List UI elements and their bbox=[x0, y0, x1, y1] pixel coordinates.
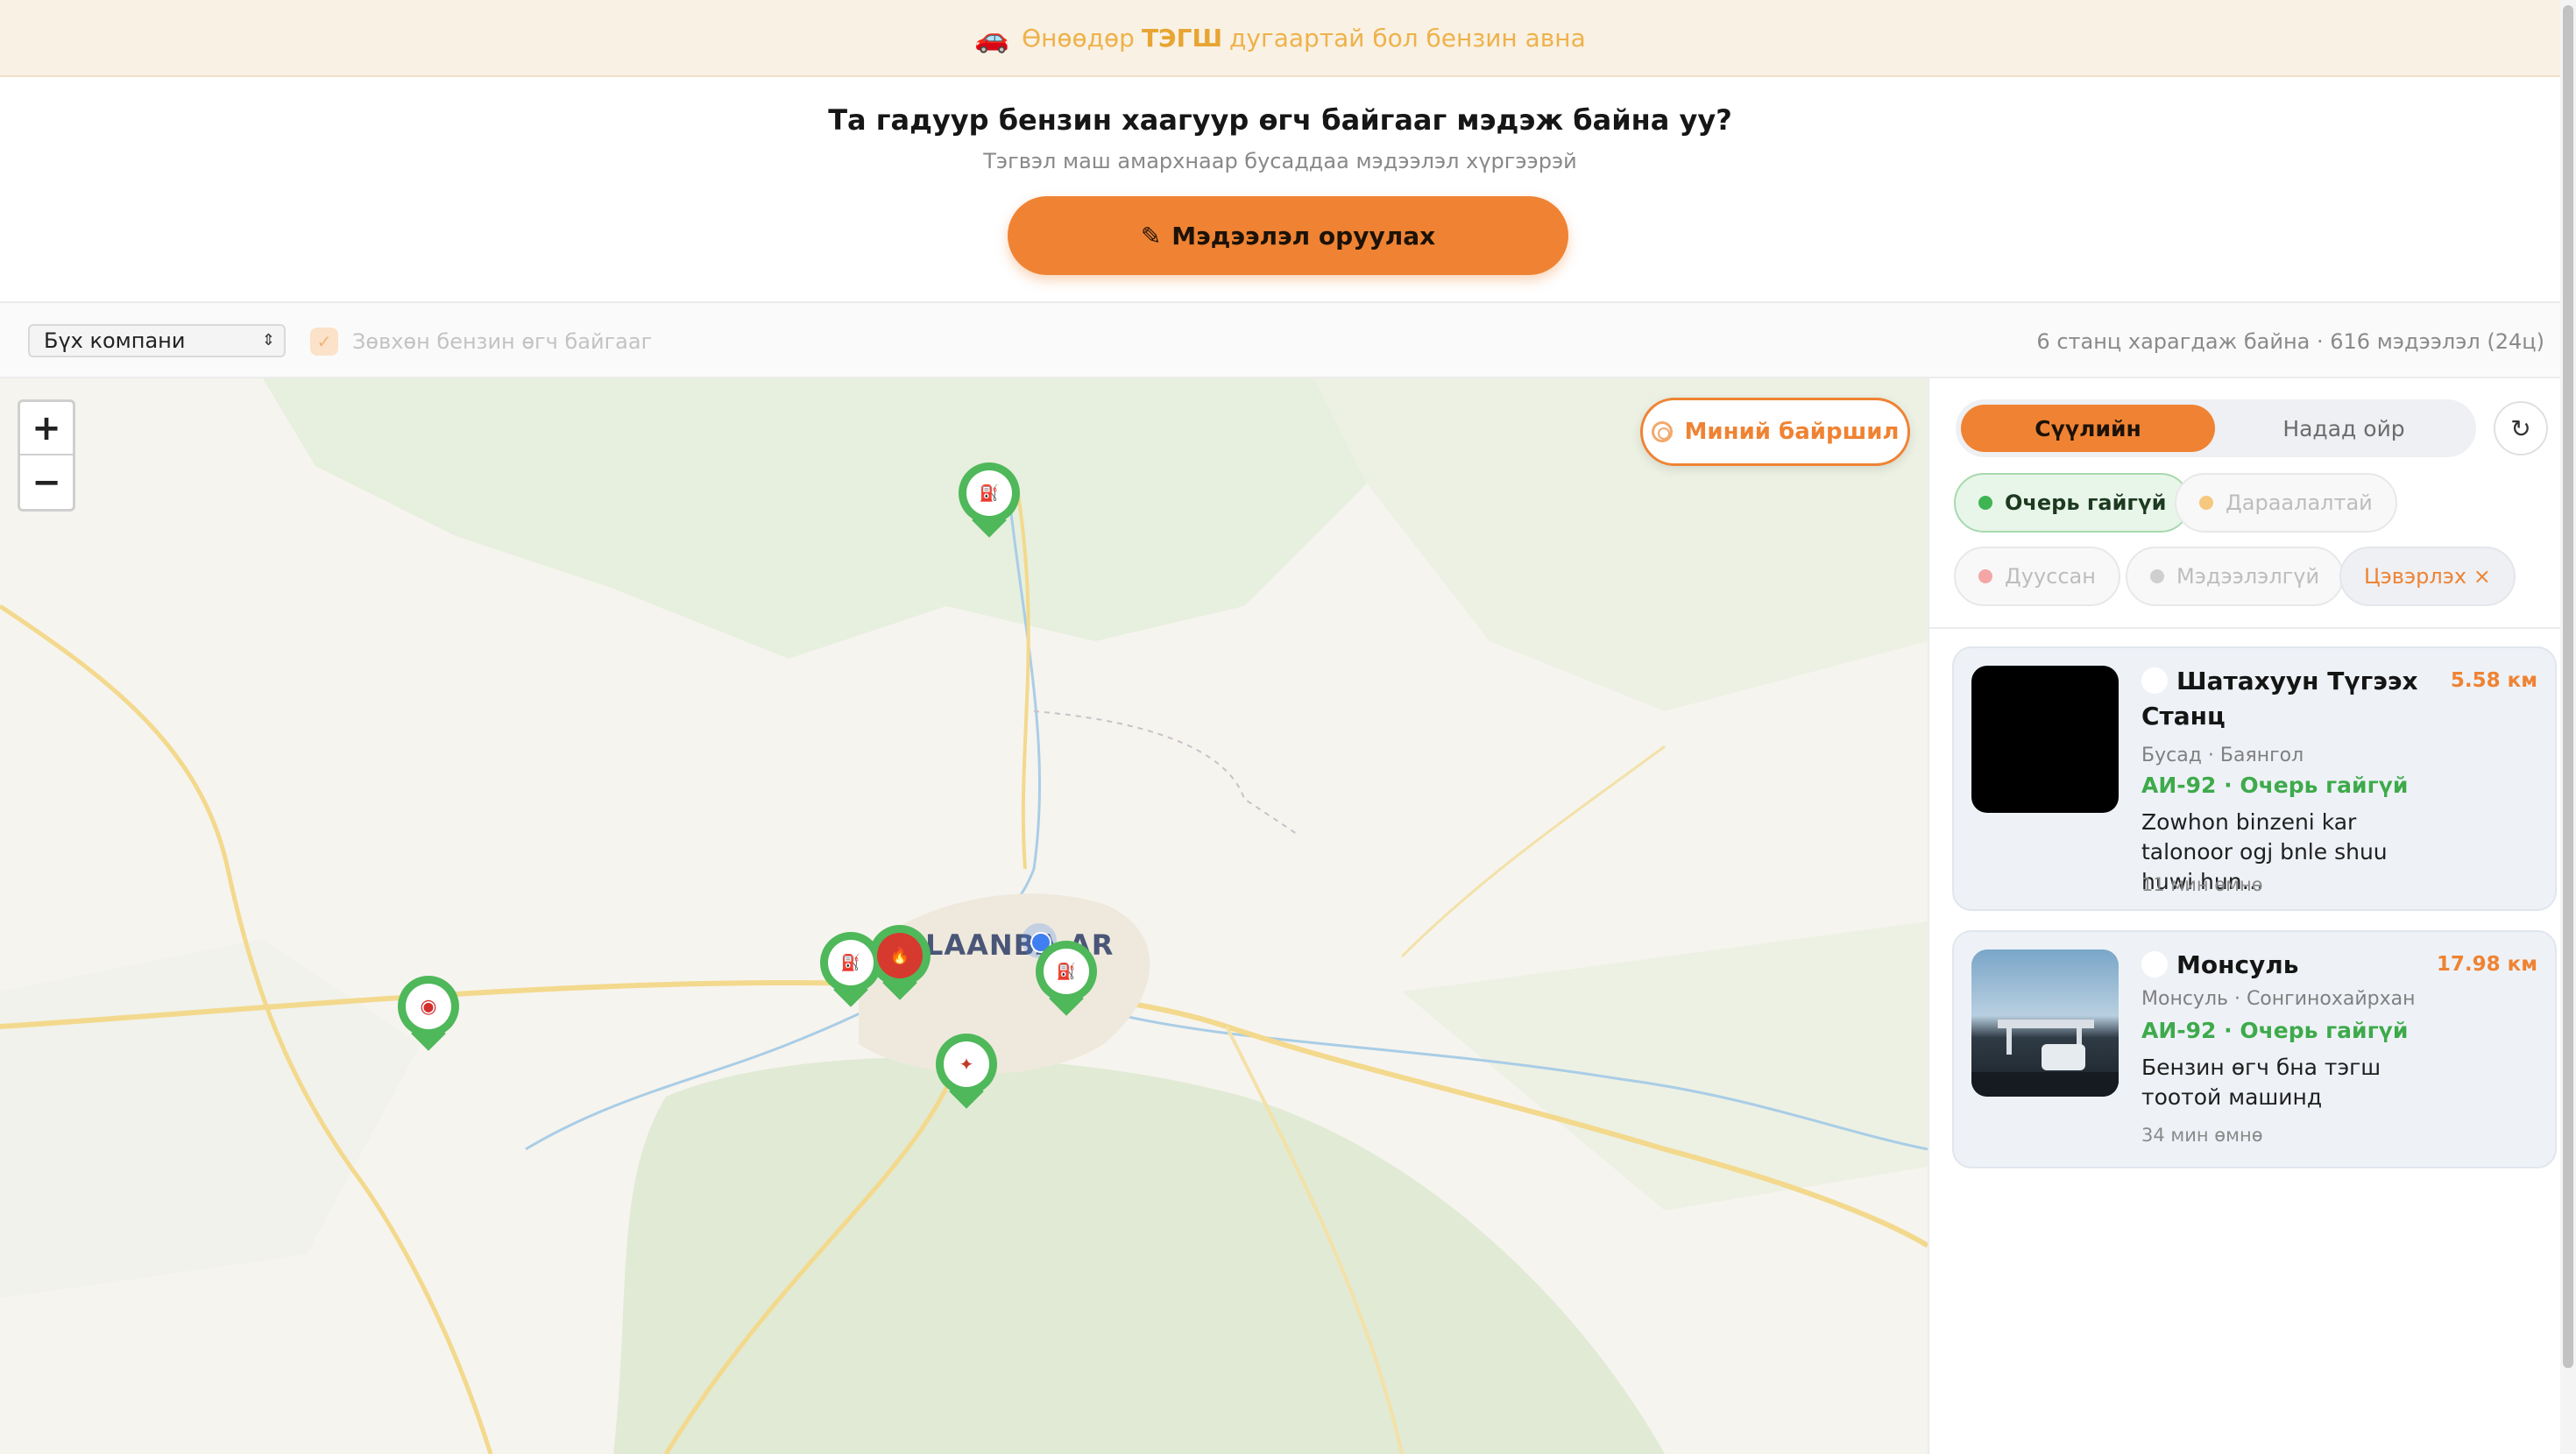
station-pin[interactable]: ⛽ bbox=[1036, 941, 1097, 1016]
hero-subtitle: Тэгвэл маш амархнаар бусаддаа мэдээлэл х… bbox=[983, 149, 1577, 173]
station-pin[interactable]: ✦ bbox=[936, 1034, 997, 1109]
clear-filters-button[interactable]: Цэвэрлэх × bbox=[2339, 547, 2516, 606]
report-time: 34 мин өмнө bbox=[2141, 1125, 2263, 1146]
refresh-icon[interactable]: ↻ bbox=[2494, 401, 2548, 455]
company-select-value: Бүх компани bbox=[44, 328, 186, 353]
fuel-pump-icon bbox=[2141, 667, 2168, 694]
submit-info-button[interactable]: ✎ Мэдээлэл оруулах bbox=[1008, 196, 1568, 275]
chip-label: Очерь гайгүй bbox=[2005, 491, 2167, 515]
station-meta: Монсуль · Сонгинохайрхан bbox=[2141, 988, 2416, 1010]
flame-logo-icon: 🔥 bbox=[877, 933, 923, 978]
hero-title: Та гадуур бензин хаагуур өгч байгааг мэд… bbox=[828, 103, 1732, 137]
tab-nearby[interactable]: Надад ойр bbox=[2217, 405, 2471, 452]
station-pin[interactable]: 🔥 bbox=[869, 925, 931, 1000]
fuel-pump-icon: ⛽ bbox=[828, 940, 874, 985]
station-name: Монсуль bbox=[2176, 950, 2299, 979]
station-title: Шатахуун Түгээх Станц bbox=[2141, 664, 2439, 734]
map-background bbox=[0, 378, 1928, 1454]
banner-plate: ТЭГШ bbox=[1141, 23, 1223, 53]
map-view[interactable]: + − Миний байршил LAANBA AR ⛽ ⛽ 🔥 ⛽ ✦ ◉ bbox=[0, 378, 1928, 1454]
zoom-in-button[interactable]: + bbox=[20, 402, 73, 455]
chip-queued[interactable]: Дараалалтай bbox=[2175, 473, 2397, 533]
tab-latest[interactable]: Сүүлийн bbox=[1961, 405, 2215, 452]
only-giving-checkbox[interactable]: ✓ bbox=[310, 328, 338, 356]
zoom-out-button[interactable]: − bbox=[20, 455, 73, 509]
submit-info-label: Мэдээлэл оруулах bbox=[1171, 221, 1436, 251]
station-name: Шатахуун Түгээх Станц bbox=[2141, 667, 2418, 731]
report-time: 11 мин өмнө bbox=[2141, 874, 2263, 895]
station-distance: 17.98 км bbox=[2436, 953, 2537, 976]
chip-label: Цэвэрлэх × bbox=[2364, 564, 2491, 589]
station-distance: 5.58 км bbox=[2450, 669, 2537, 692]
chip-no-info[interactable]: Мэдээлэлгүй bbox=[2126, 547, 2345, 606]
station-stats: 6 станц харагдаж байна · 616 мэдээлэл (2… bbox=[2036, 329, 2544, 354]
my-location-label: Миний байршил bbox=[1684, 419, 1900, 445]
chip-label: Мэдээлэлгүй bbox=[2176, 564, 2320, 589]
status-dot bbox=[1978, 496, 1992, 510]
my-location-button[interactable]: Миний байршил bbox=[1640, 398, 1910, 466]
monsul-logo-icon: ◉ bbox=[406, 984, 451, 1029]
wing-logo-icon: ✦ bbox=[944, 1041, 989, 1087]
station-list-panel: Сүүлийн Надад ойр ↻ Очерь гайгүй Дараала… bbox=[1928, 378, 2562, 1454]
select-caret-icon: ⇕ bbox=[261, 331, 275, 349]
company-select[interactable]: Бүх компани ⇕ bbox=[28, 324, 286, 357]
chip-no-queue[interactable]: Очерь гайгүй bbox=[1954, 473, 2191, 533]
station-pin[interactable]: ◉ bbox=[398, 976, 459, 1051]
chip-label: Дууссан bbox=[2005, 564, 2096, 589]
station-status: АИ-92 · Очерь гайгүй bbox=[2141, 1018, 2409, 1043]
station-photo bbox=[1971, 949, 2119, 1097]
fuel-pump-icon: ⛽ bbox=[1044, 949, 1089, 994]
banner-suffix: дугаартай бол бензин авна bbox=[1229, 23, 1586, 53]
monsul-logo-icon bbox=[2141, 951, 2168, 978]
station-status: АИ-92 · Очерь гайгүй bbox=[2141, 773, 2409, 798]
station-card[interactable]: Шатахуун Түгээх Станц 5.58 км Бусад · Ба… bbox=[1952, 646, 2557, 911]
station-meta: Бусад · Баянгол bbox=[2141, 745, 2304, 766]
fuel-pump-icon: ⛽ bbox=[966, 470, 1012, 516]
pencil-icon: ✎ bbox=[1140, 221, 1162, 251]
status-dot bbox=[2199, 496, 2213, 510]
zoom-controls: + − bbox=[18, 399, 75, 512]
sort-toggle: Сүүлийн Надад ойр bbox=[1956, 399, 2476, 457]
status-dot bbox=[2150, 569, 2164, 583]
filter-bar: Бүх компани ⇕ ✓ Зөвхөн бензин өгч байгаа… bbox=[0, 303, 2560, 378]
banner-prefix: Өнөөдөр bbox=[1022, 23, 1135, 53]
page-scrollbar[interactable] bbox=[2560, 0, 2576, 1454]
station-card[interactable]: Монсуль 17.98 км Монсуль · Сонгинохайрха… bbox=[1952, 930, 2557, 1168]
chip-sold-out[interactable]: Дууссан bbox=[1954, 547, 2120, 606]
plate-rule-banner: 🚗 Өнөөдөр ТЭГШ дугаартай бол бензин авна bbox=[0, 0, 2560, 77]
target-icon bbox=[1651, 421, 1673, 442]
station-photo bbox=[1971, 666, 2119, 813]
station-message: Бензин өгч бна тэгш тоотой машинд bbox=[2141, 1055, 2381, 1110]
hero-section: Та гадуур бензин хаагуур өгч байгааг мэд… bbox=[0, 77, 2560, 303]
station-title: Монсуль bbox=[2141, 948, 2439, 983]
status-dot bbox=[1978, 569, 1992, 583]
panel-divider bbox=[1929, 627, 2562, 629]
only-giving-label[interactable]: Зөвхөн бензин өгч байгааг bbox=[352, 329, 652, 354]
scrollbar-thumb[interactable] bbox=[2563, 5, 2573, 1368]
station-pin[interactable]: ⛽ bbox=[959, 462, 1020, 538]
car-icon: 🚗 bbox=[974, 21, 1010, 54]
chip-label: Дараалалтай bbox=[2226, 491, 2373, 515]
